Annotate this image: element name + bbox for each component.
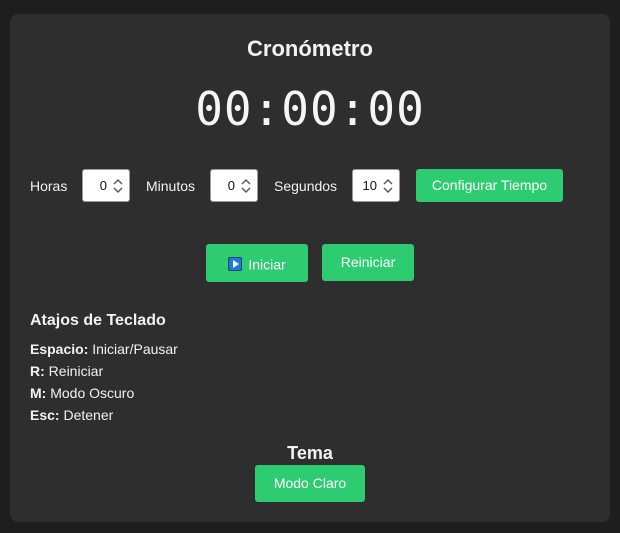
shortcut-action: Detener	[63, 407, 114, 423]
set-time-button[interactable]: Configurar Tiempo	[416, 169, 563, 202]
spinner-icon[interactable]	[382, 178, 394, 194]
page-title: Cronómetro	[247, 36, 373, 61]
theme-title: Tema	[287, 443, 333, 463]
hours-input[interactable]: 0	[82, 169, 130, 202]
start-button[interactable]: Iniciar	[206, 244, 308, 282]
hours-value: 0	[99, 178, 107, 193]
seconds-value: 10	[362, 178, 377, 193]
seconds-input[interactable]: 10	[352, 169, 400, 202]
minutes-input[interactable]: 0	[210, 169, 258, 202]
shortcut-key: Esc:	[30, 407, 60, 423]
shortcut-item: Esc: Detener	[30, 407, 113, 423]
timer-card: Cronómetro 00:00:00 Horas 0 Minutos 0 Se…	[10, 14, 610, 522]
shortcut-item: M: Modo Oscuro	[30, 385, 134, 401]
seconds-label: Segundos	[274, 178, 338, 194]
shortcut-action: Iniciar/Pausar	[92, 341, 178, 357]
shortcut-key: M:	[30, 385, 47, 401]
minutes-value: 0	[227, 178, 235, 193]
start-button-label: Iniciar	[248, 256, 286, 273]
time-display: 00:00:00	[195, 82, 425, 136]
light-mode-button[interactable]: Modo Claro	[255, 465, 365, 502]
shortcut-item: R: Reiniciar	[30, 363, 103, 379]
spinner-icon[interactable]	[112, 178, 124, 194]
shortcut-key: Espacio:	[30, 341, 89, 357]
shortcuts-title: Atajos de Teclado	[30, 312, 166, 329]
shortcut-action: Modo Oscuro	[50, 385, 135, 401]
reset-button[interactable]: Reiniciar	[322, 244, 414, 281]
shortcut-item: Espacio: Iniciar/Pausar	[30, 341, 178, 357]
hours-label: Horas	[30, 178, 68, 194]
spinner-icon[interactable]	[240, 178, 252, 194]
shortcut-key: R:	[30, 363, 45, 379]
play-icon	[228, 257, 243, 272]
shortcut-action: Reiniciar	[48, 363, 104, 379]
minutes-label: Minutos	[146, 178, 196, 194]
